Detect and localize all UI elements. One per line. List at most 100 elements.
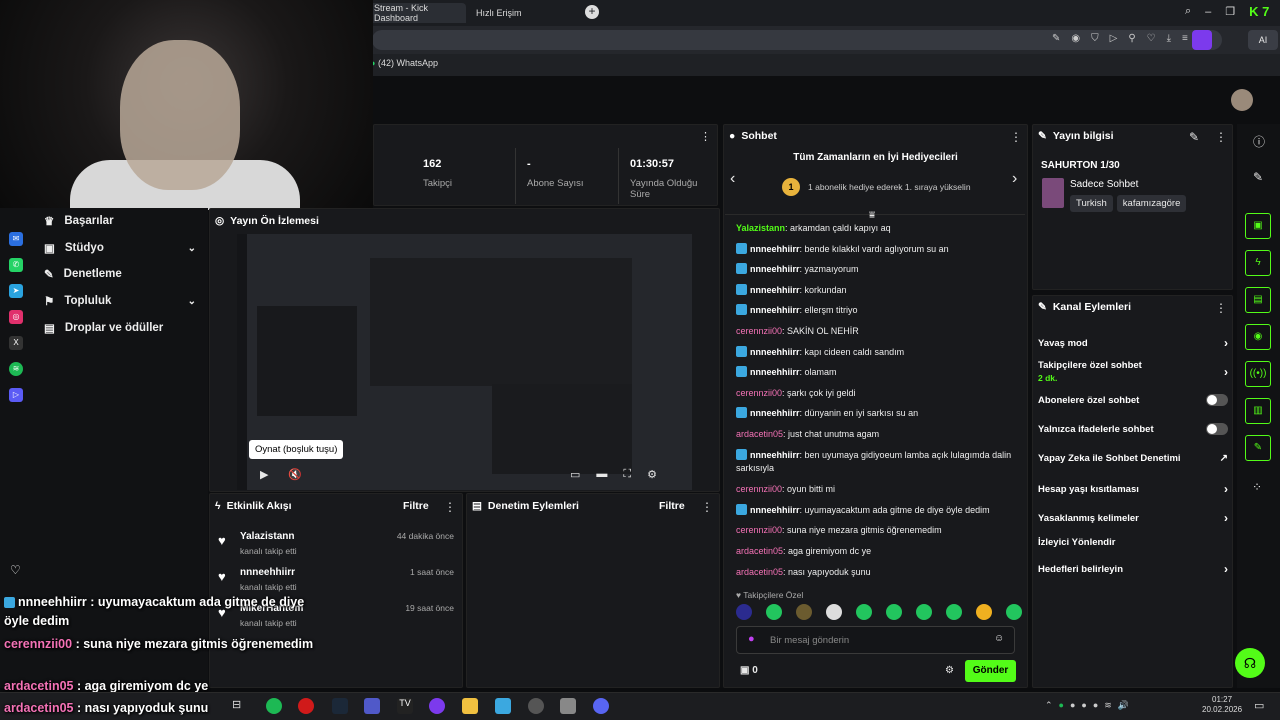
play-icon[interactable]: ▶ — [260, 468, 268, 481]
bookmark-whatsapp[interactable]: ● (42) WhatsApp — [370, 58, 438, 68]
chevron-up-icon[interactable]: ⌃ — [1045, 700, 1053, 711]
app-icon[interactable] — [528, 698, 544, 714]
emote-icon[interactable] — [736, 604, 752, 620]
pin-icon[interactable]: ⩸ — [869, 210, 875, 221]
chat-username[interactable]: nnneehhiirr — [750, 505, 800, 515]
spotify-icon[interactable]: ≋ — [9, 362, 23, 376]
action-account-age[interactable]: Hesap yaşı kısıtlaması › — [1038, 482, 1228, 496]
settings-icon[interactable]: ⚙ — [647, 468, 657, 481]
sidebar-item-topluluk[interactable]: ⚑ Topluluk ⌄ — [44, 294, 196, 308]
action-subscribers-only[interactable]: Abonelere özel sohbet — [1038, 394, 1228, 406]
emote-icon[interactable] — [826, 604, 842, 620]
scan-icon[interactable]: ▣ — [1245, 213, 1271, 239]
chat-username[interactable]: nnneehhiirr — [750, 244, 800, 254]
edit-icon[interactable]: ✎ — [1189, 130, 1199, 144]
emoji-icon[interactable]: ☺ — [994, 633, 1004, 644]
action-followers-only[interactable]: Takipçilere özel sohbet 2 dk. › — [1038, 360, 1228, 383]
download-icon[interactable]: ⤓ — [1167, 33, 1171, 44]
tradingview-icon[interactable]: TV — [397, 698, 413, 714]
mic-icon[interactable]: ● — [748, 633, 755, 645]
more-icon[interactable]: ⋮ — [700, 130, 711, 143]
more-icon[interactable]: ⋮ — [701, 500, 713, 514]
settings-icon[interactable]: ⚙ — [945, 665, 954, 676]
headset-icon[interactable]: ☊ — [1235, 648, 1265, 678]
heart-icon[interactable]: ♡ — [10, 563, 21, 577]
broadcast-icon[interactable]: ((•)) — [1245, 361, 1271, 387]
activity-filter-button[interactable]: Filtre — [403, 500, 429, 512]
chat-username[interactable]: nnneehhiirr — [750, 450, 800, 460]
info-icon[interactable]: ⓘ — [1253, 133, 1265, 150]
more-icon[interactable]: ⋮ — [1010, 130, 1022, 144]
mute-icon[interactable]: 🔇 — [288, 468, 302, 481]
send-button[interactable]: Gönder — [965, 660, 1016, 682]
pin-icon[interactable]: ⚲ — [1128, 33, 1135, 44]
chat-username[interactable]: nnneehhiirr — [750, 367, 800, 377]
chat-username[interactable]: cerennzii00 — [736, 388, 782, 398]
chat-username[interactable]: cerennzii00 — [736, 326, 782, 336]
play-icon[interactable]: ▷ — [1110, 33, 1118, 44]
emote-icon[interactable] — [766, 604, 782, 620]
emote-icon[interactable] — [1006, 604, 1022, 620]
emote-icon[interactable] — [856, 604, 872, 620]
clock[interactable]: 01:27 20.02.2026 — [1202, 695, 1242, 715]
action-emote-only[interactable]: Yalnızca ifadelerle sohbet — [1038, 423, 1228, 435]
toggle[interactable] — [1206, 423, 1228, 435]
tab-kick-dashboard[interactable]: Stream - Kick Dashboard — [366, 3, 466, 23]
chat-username[interactable]: nnneehhiirr — [750, 264, 800, 274]
chat-username[interactable]: nnneehhiirr — [750, 285, 800, 295]
heart-icon[interactable]: ♡ — [1147, 33, 1156, 44]
kick-icon[interactable]: K 7 — [1249, 4, 1269, 19]
telegram-icon[interactable]: ➤ — [9, 284, 23, 298]
chat-icon[interactable]: ◉ — [1245, 324, 1271, 350]
profile-icon[interactable] — [1192, 30, 1212, 50]
whatsapp-icon[interactable]: ✆ — [9, 258, 23, 272]
moderation-filter-button[interactable]: Filtre — [659, 500, 685, 512]
x-icon[interactable]: X — [9, 336, 23, 350]
emote-icon[interactable] — [976, 604, 992, 620]
chat-username[interactable]: ardacetin05 — [736, 429, 783, 439]
tab-hizli-erisim[interactable]: Hızlı Erişim — [468, 3, 558, 23]
search-icon[interactable]: ⌕ — [1185, 5, 1191, 18]
pip-icon[interactable]: ▭ — [570, 468, 580, 481]
bolt-icon[interactable]: ϟ — [1245, 250, 1271, 276]
volume-icon[interactable]: 🔊 — [1118, 700, 1129, 711]
folder-icon[interactable] — [462, 698, 478, 714]
emote-icon[interactable] — [886, 604, 902, 620]
discord-icon[interactable] — [593, 698, 609, 714]
camera-icon[interactable]: ◉ — [1071, 33, 1080, 44]
messenger-icon[interactable]: ✉ — [9, 232, 23, 246]
menu-icon[interactable]: ≡ — [1182, 33, 1188, 44]
instagram-icon[interactable]: ◎ — [9, 310, 23, 324]
chevron-right-icon[interactable]: › — [1012, 170, 1017, 188]
chat-username[interactable]: cerennzii00 — [736, 525, 782, 535]
tray-icon[interactable]: ● — [1070, 700, 1075, 711]
action-slow-mode[interactable]: Yavaş mod › — [1038, 336, 1228, 350]
more-icon[interactable]: ⋮ — [1215, 130, 1227, 144]
app-icon[interactable] — [429, 698, 445, 714]
sidebar-item-studyo[interactable]: ▣ Stüdyo ⌄ — [44, 241, 196, 255]
tag[interactable]: Turkish — [1070, 195, 1113, 212]
chat-username[interactable]: Yalazistann — [736, 223, 785, 233]
teams-icon[interactable] — [364, 698, 380, 714]
opera-icon[interactable] — [298, 698, 314, 714]
action-goals[interactable]: Hedefleri belirleyin › — [1038, 562, 1228, 576]
points-display[interactable]: ▣ 0 — [740, 665, 758, 676]
tag[interactable]: kafamızagöre — [1116, 195, 1187, 212]
chat-username[interactable]: ardacetin05 — [736, 546, 783, 556]
app-icon[interactable] — [495, 698, 511, 714]
emote-icon[interactable] — [796, 604, 812, 620]
chevron-left-icon[interactable]: ‹ — [730, 170, 735, 188]
ai-button[interactable]: AI — [1248, 30, 1278, 50]
restore-icon[interactable]: ❐ — [1225, 5, 1235, 18]
new-tab-button[interactable]: + — [585, 5, 599, 19]
action-ai-moderation[interactable]: Yapay Zeka ile Sohbet Denetimi ↗ — [1038, 453, 1228, 464]
wrench-icon[interactable]: ✎ — [1245, 435, 1271, 461]
sidebar-item-droplar[interactable]: ▤ Droplar ve ödüller — [44, 321, 196, 335]
more-icon[interactable]: ⋮ — [444, 500, 456, 514]
action-banned-words[interactable]: Yasaklanmış kelimeler › — [1038, 511, 1228, 525]
chat-username[interactable]: nnneehhiirr — [750, 408, 800, 418]
theater-icon[interactable]: ▬ — [596, 468, 607, 481]
edit-icon[interactable]: ✎ — [1253, 170, 1263, 184]
steam-icon[interactable] — [332, 698, 348, 714]
toggle[interactable] — [1206, 394, 1228, 406]
